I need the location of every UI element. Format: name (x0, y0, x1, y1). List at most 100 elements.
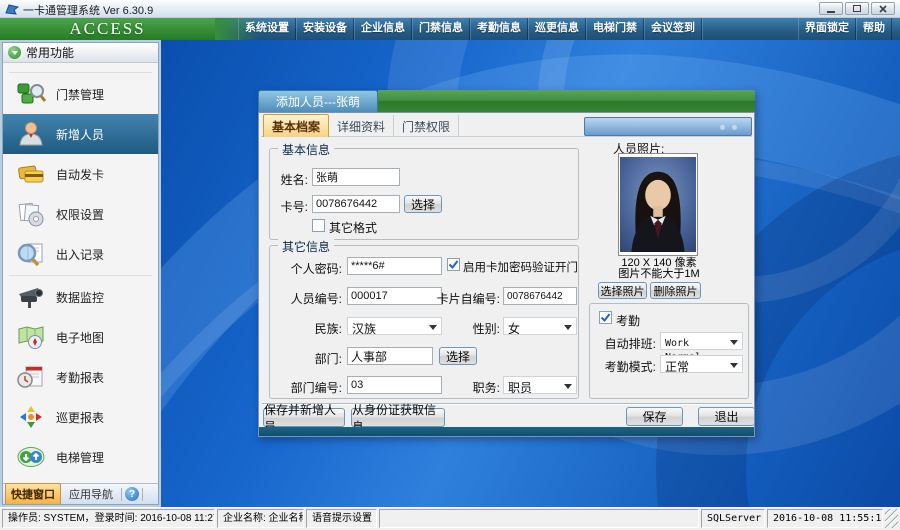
sidebar-item-add-person[interactable]: 新增人员 (3, 114, 158, 154)
attendance-report-icon (17, 366, 43, 388)
maximize-icon (853, 5, 861, 12)
schedule-label: 自动排班: (604, 337, 656, 351)
password-input[interactable] (347, 257, 442, 275)
sidebar-item-e-map[interactable]: 电子地图 (3, 317, 158, 357)
company-status: 企业名称: 企业名称 (217, 509, 304, 528)
divider (121, 487, 122, 501)
group-title: 基本信息 (278, 141, 335, 158)
gender-select[interactable]: 女 (503, 317, 577, 336)
maximize-button[interactable] (845, 2, 869, 15)
nation-value: 汉族 (352, 322, 377, 336)
header-bar: ACCESS 系统设置 安装设备 企业信息 门禁信息 考勤信息 巡更信息 电梯门… (0, 18, 900, 40)
help-icon[interactable]: ? (125, 487, 139, 501)
tab-quick-window[interactable]: 快捷窗口 (5, 483, 61, 504)
mode-value: 正常 (665, 360, 690, 374)
dialog-header-bar (378, 90, 755, 112)
name-input[interactable] (312, 168, 400, 186)
card-password-verify-checkbox[interactable] (447, 258, 460, 271)
mode-select[interactable]: 正常 (660, 355, 743, 374)
sidebar-header[interactable]: 常用功能 (3, 43, 158, 63)
minimize-button[interactable] (819, 2, 843, 15)
group-title: 其它信息 (278, 238, 335, 255)
attendance-checkbox[interactable] (599, 311, 612, 324)
menu-elevator-access[interactable]: 电梯门禁 (586, 18, 644, 40)
nation-label: 民族: (314, 322, 342, 336)
card-password-verify-label: 启用卡加密码验证开门 (463, 262, 578, 274)
chevron-down-icon (730, 363, 738, 372)
dept-no-label: 部门编号: (290, 381, 342, 395)
menu-patrol-info[interactable]: 巡更信息 (528, 18, 586, 40)
card-select-button[interactable]: 选择 (404, 195, 442, 213)
sidebar-item-label: 巡更报表 (56, 410, 105, 425)
dialog-body: 基本档案 详细资料 门禁权限 基本信息 姓名: 卡号: (258, 112, 755, 437)
tab-detail-info[interactable]: 详细资料 (329, 115, 395, 137)
mode-label: 考勤模式: (604, 360, 656, 374)
portrait-image (620, 157, 696, 252)
menu-attendance-info[interactable]: 考勤信息 (470, 18, 528, 40)
divider (9, 72, 152, 73)
attendance-group: 考勤 自动排班: Work Normal 考勤模式: 正常 (589, 303, 749, 399)
sidebar-header-label: 常用功能 (26, 46, 75, 60)
other-format-label: 其它格式 (329, 221, 378, 235)
close-button[interactable] (871, 2, 895, 15)
basic-info-group: 基本信息 姓名: 卡号: 选择 其它格式 (269, 141, 579, 240)
duty-select[interactable]: 职员 (503, 376, 577, 395)
sidebar-item-auto-card[interactable]: 自动发卡 (3, 154, 158, 194)
choose-photo-button[interactable]: 选择照片 (598, 282, 647, 299)
gender-value: 女 (508, 322, 521, 336)
exit-button[interactable]: 退出 (698, 407, 755, 426)
card-input[interactable] (312, 195, 400, 213)
records-icon (17, 243, 43, 267)
dot-icon (732, 125, 737, 130)
sidebar-item-elevator[interactable]: 电梯管理 (3, 437, 158, 477)
other-info-group: 其它信息 个人密码: 启用卡加密码验证开门 人员编号: 卡片自编号: 民族: (269, 238, 579, 399)
window-title: 一卡通管理系统 Ver 6.30.9 (23, 5, 154, 17)
sidebar-item-patrol-report[interactable]: 巡更报表 (3, 397, 158, 437)
dept-no-input[interactable] (347, 376, 442, 394)
menu-help[interactable]: 帮助 (856, 18, 892, 40)
card-no-input[interactable] (503, 287, 577, 305)
photo-limit-note: 图片不能大于1M (618, 268, 700, 280)
tab-app-navigation[interactable]: 应用导航 (64, 484, 118, 504)
elevator-icon (17, 447, 45, 467)
sidebar-item-attendance-report[interactable]: 考勤报表 (3, 357, 158, 397)
dot-icon (720, 125, 725, 130)
tab-access-rights[interactable]: 门禁权限 (394, 115, 460, 137)
menu-install-device[interactable]: 安装设备 (296, 18, 354, 40)
permission-icon (18, 202, 44, 227)
check-icon (448, 260, 459, 270)
menu-company-info[interactable]: 企业信息 (354, 18, 412, 40)
menu-meeting-signin[interactable]: 会议签到 (644, 18, 702, 40)
collapse-icon (8, 46, 21, 59)
nation-select[interactable]: 汉族 (347, 317, 442, 336)
sidebar-item-permission[interactable]: 权限设置 (3, 194, 158, 234)
duty-label: 职务: (472, 381, 500, 395)
dept-select-button[interactable]: 选择 (439, 347, 477, 365)
sidebar-item-label: 电梯管理 (56, 450, 105, 465)
sidebar-items: 门禁管理 新增人员 自动发卡 权限设置 出入记录 数据监控 电子地图 考勤报表 … (3, 63, 158, 483)
desktop-background: 添加人员---张萌 基本档案 详细资料 门禁权限 基本信息 姓名: 张萌 卡号:… (161, 40, 900, 507)
sidebar-item-label: 权限设置 (56, 207, 105, 222)
operator-status: 操作员: SYSTEM，登录时间: 2016-10-08 11:27:12。 (2, 509, 215, 528)
save-button[interactable]: 保存 (626, 407, 683, 426)
tab-basic-profile[interactable]: 基本档案 (263, 114, 330, 137)
voice-settings[interactable]: 语音提示设置 (306, 509, 377, 528)
resize-grip[interactable] (885, 509, 898, 528)
person-no-label: 人员编号: (290, 292, 342, 306)
delete-photo-button[interactable]: 删除照片 (650, 282, 701, 299)
sidebar-item-data-monitor[interactable]: 数据监控 (3, 277, 158, 317)
other-format-checkbox[interactable] (312, 219, 325, 232)
menu-system-settings[interactable]: 系统设置 (238, 18, 296, 40)
menu-lock-ui[interactable]: 界面锁定 (798, 18, 856, 40)
sidebar-item-records[interactable]: 出入记录 (3, 234, 158, 274)
dept-input[interactable] (347, 347, 433, 365)
dialog-bottom-strip (259, 427, 754, 436)
save-and-new-button[interactable]: 保存并新增人员 (263, 403, 345, 434)
menu-access-info[interactable]: 门禁信息 (412, 18, 470, 40)
from-idcard-button[interactable]: 从身份证获取信息 (351, 403, 445, 434)
schedule-select[interactable]: Work Normal (660, 332, 743, 363)
sidebar-item-access-manage[interactable]: 门禁管理 (3, 74, 158, 114)
brand-logo-text: ACCESS (69, 19, 146, 38)
sidebar-item-label: 出入记录 (56, 247, 105, 262)
name-label: 姓名: (280, 173, 308, 187)
